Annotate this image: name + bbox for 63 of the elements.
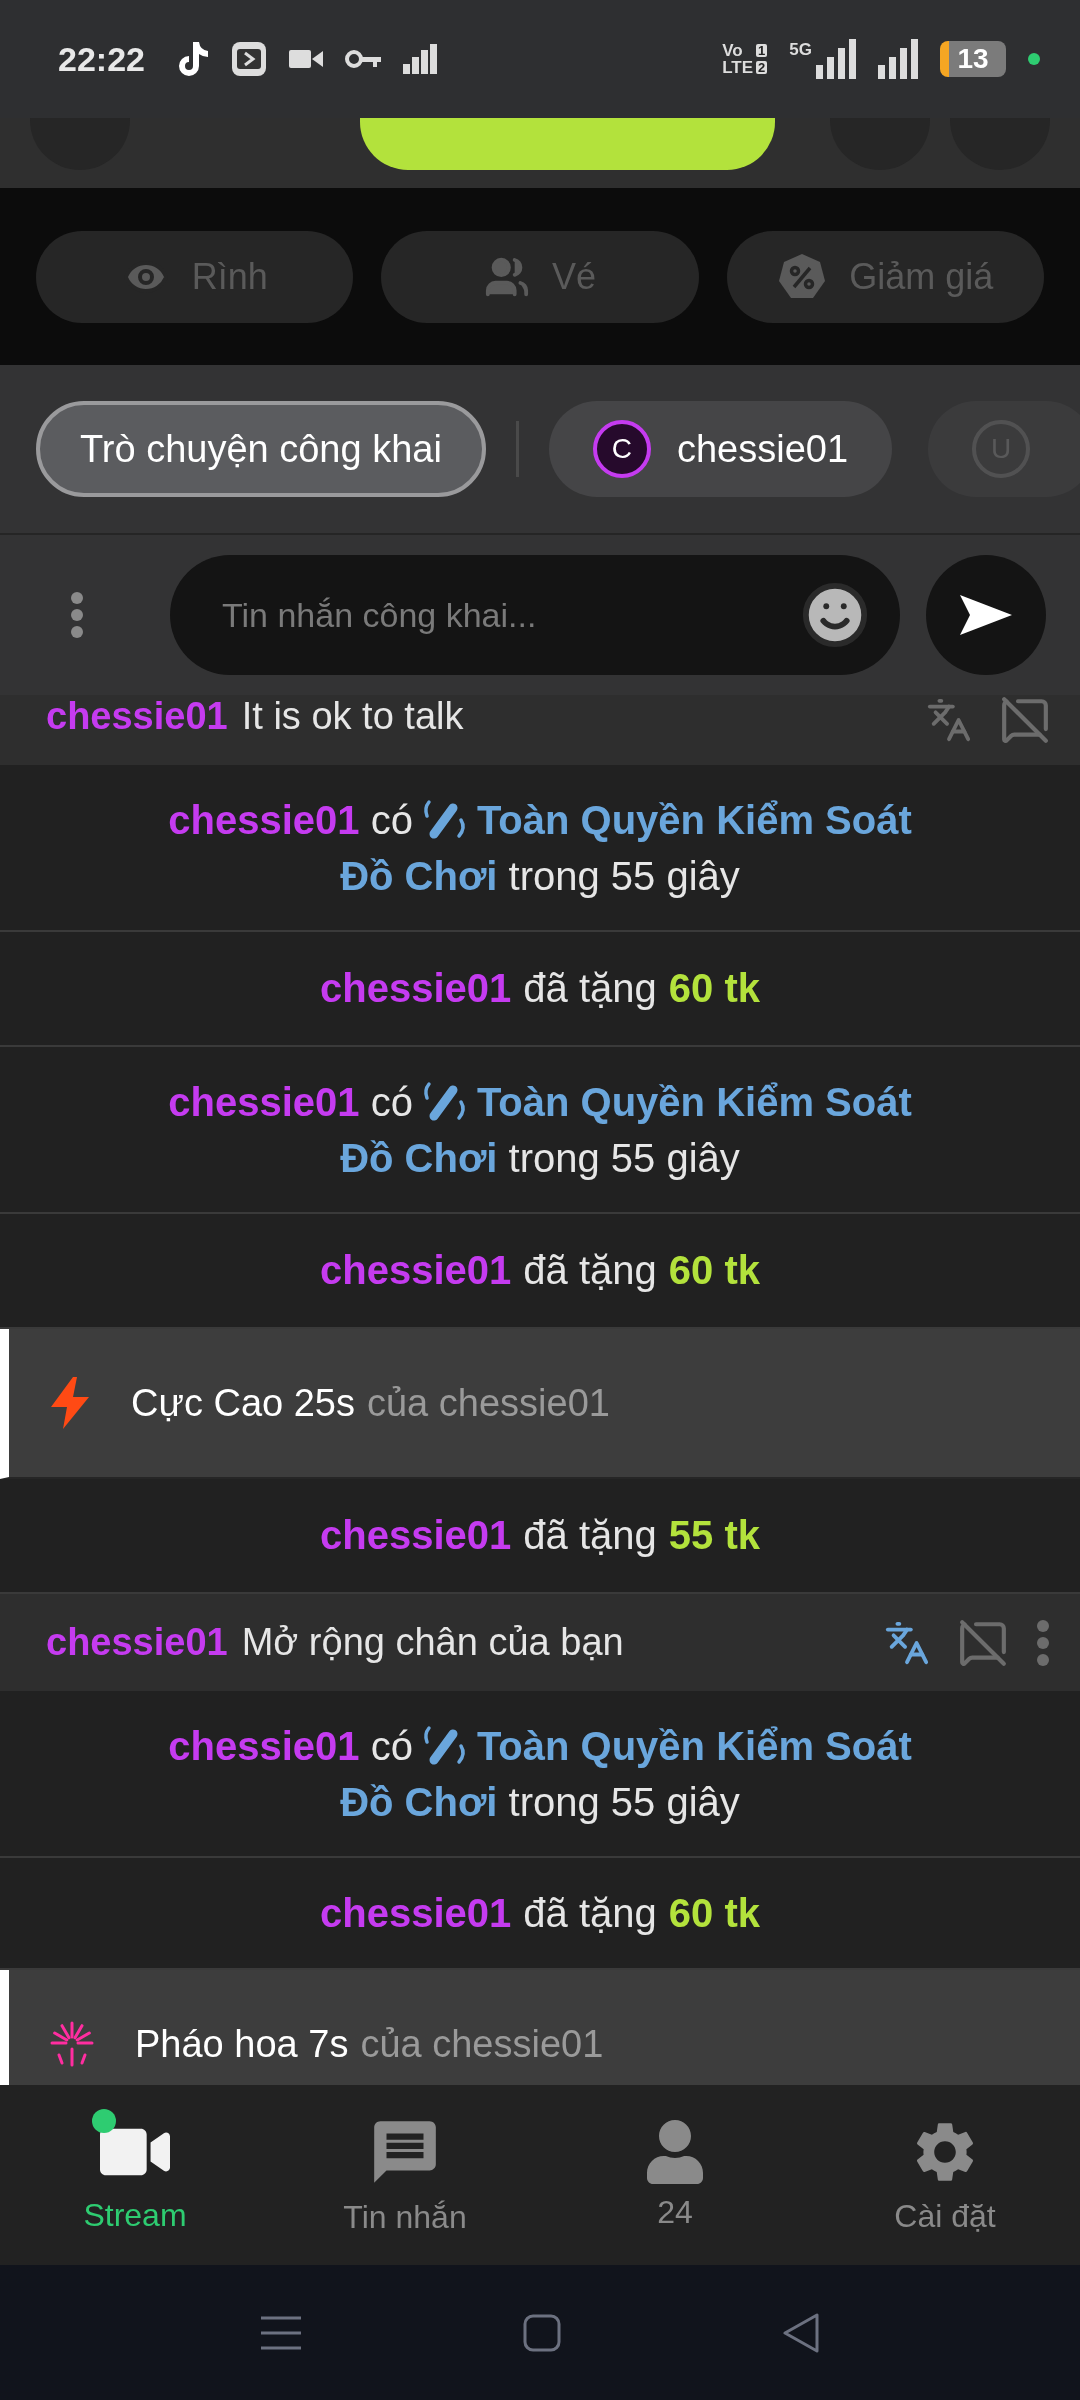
message-text: Mở rộng chân của bạn [241, 1621, 625, 1664]
key-icon [344, 48, 381, 70]
token-amount: 60 tk [668, 966, 760, 1011]
menu-icon[interactable] [261, 2314, 301, 2351]
send-icon [958, 593, 1014, 637]
volte-label: Vo [722, 42, 744, 59]
boost-title: Pháo hoa 7s [135, 2022, 349, 2066]
volte-label: LTE [722, 59, 754, 76]
gift-text: đã tặng [523, 966, 657, 1011]
more-icon [1036, 1618, 1050, 1667]
fireworks-icon [49, 2021, 95, 2067]
nav-tab[interactable]: Cài đặt [810, 2085, 1080, 2265]
nav-tab[interactable]: 24 [540, 2085, 810, 2265]
toy-control-message: chessie01 có Toàn Quyền Kiểm Soát Đồ Chơi trong 55 giây [140, 1717, 940, 1830]
boost-author: của chessie01 [360, 2022, 604, 2066]
boost-title: Cực Cao 25s [131, 1381, 355, 1425]
clock: 22:22 [58, 39, 145, 79]
translate-button[interactable] [926, 697, 972, 743]
battery-indicator: 13 [940, 41, 1006, 77]
network-type: 5G [789, 40, 812, 60]
sim-label: 1 [756, 44, 768, 57]
token-amount: 60 tk [668, 1248, 760, 1293]
gift-text: đã tặng [523, 1890, 657, 1936]
play-icon [230, 41, 267, 77]
signal-icon [816, 39, 856, 79]
username[interactable]: chessie01 [320, 966, 512, 1011]
chat-tab[interactable]: C chessie01 [548, 401, 893, 497]
username[interactable]: chessie01 [320, 1513, 512, 1558]
toy-control-message: chessie01 có Toàn Quyền Kiểm Soát Đồ Chơi trong 55 giây [140, 1073, 940, 1186]
emoji-icon[interactable] [800, 580, 870, 650]
message-text: It is ok to talk [241, 695, 465, 738]
privacy-dot [1028, 53, 1040, 65]
nav-tab[interactable]: Tin nhắn [270, 2085, 540, 2265]
back-icon[interactable] [783, 2312, 819, 2353]
token-amount: 60 tk [668, 1890, 760, 1936]
translate-button[interactable] [884, 1619, 930, 1666]
signal-icon [878, 39, 918, 79]
video-icon [288, 48, 323, 70]
token-amount: 55 tk [668, 1513, 760, 1558]
gift-text: đã tặng [523, 1513, 657, 1558]
lightning-icon [49, 1377, 91, 1429]
sim-label: 2 [756, 61, 768, 74]
more-button[interactable] [70, 591, 84, 639]
boost-author: của chessie01 [367, 1381, 610, 1425]
chat-message-row[interactable]: chessie01 Mở rộng chân của bạn [0, 1594, 1080, 1691]
toy-control-message: chessie01 có Toàn Quyền Kiểm Soát Đồ Chơi trong 55 giây [140, 791, 940, 904]
username[interactable]: chessie01 [46, 695, 228, 738]
username[interactable]: chessie01 [46, 1621, 228, 1664]
gift-text: đã tặng [523, 1248, 657, 1293]
more-icon [70, 591, 84, 639]
message-input-field[interactable]: Tin nhắn công khai... [220, 594, 800, 636]
nav-tab[interactable]: Stream [0, 2085, 270, 2265]
home-icon[interactable] [523, 2313, 561, 2352]
chat-tab[interactable]: Trò chuyện công khai [36, 401, 486, 497]
avatar: C [592, 420, 651, 478]
hide-message-button[interactable] [958, 1617, 1008, 1668]
message-field[interactable]: Tin nhắn công khai... [170, 555, 900, 675]
more-button[interactable] [1036, 1618, 1050, 1667]
hide-message-button[interactable] [1000, 695, 1050, 745]
username[interactable]: chessie01 [320, 1248, 512, 1293]
chat-message-row[interactable]: chessie01 It is ok to talk [0, 695, 1080, 765]
signal-icon [402, 44, 437, 74]
username[interactable]: chessie01 [320, 1890, 512, 1936]
